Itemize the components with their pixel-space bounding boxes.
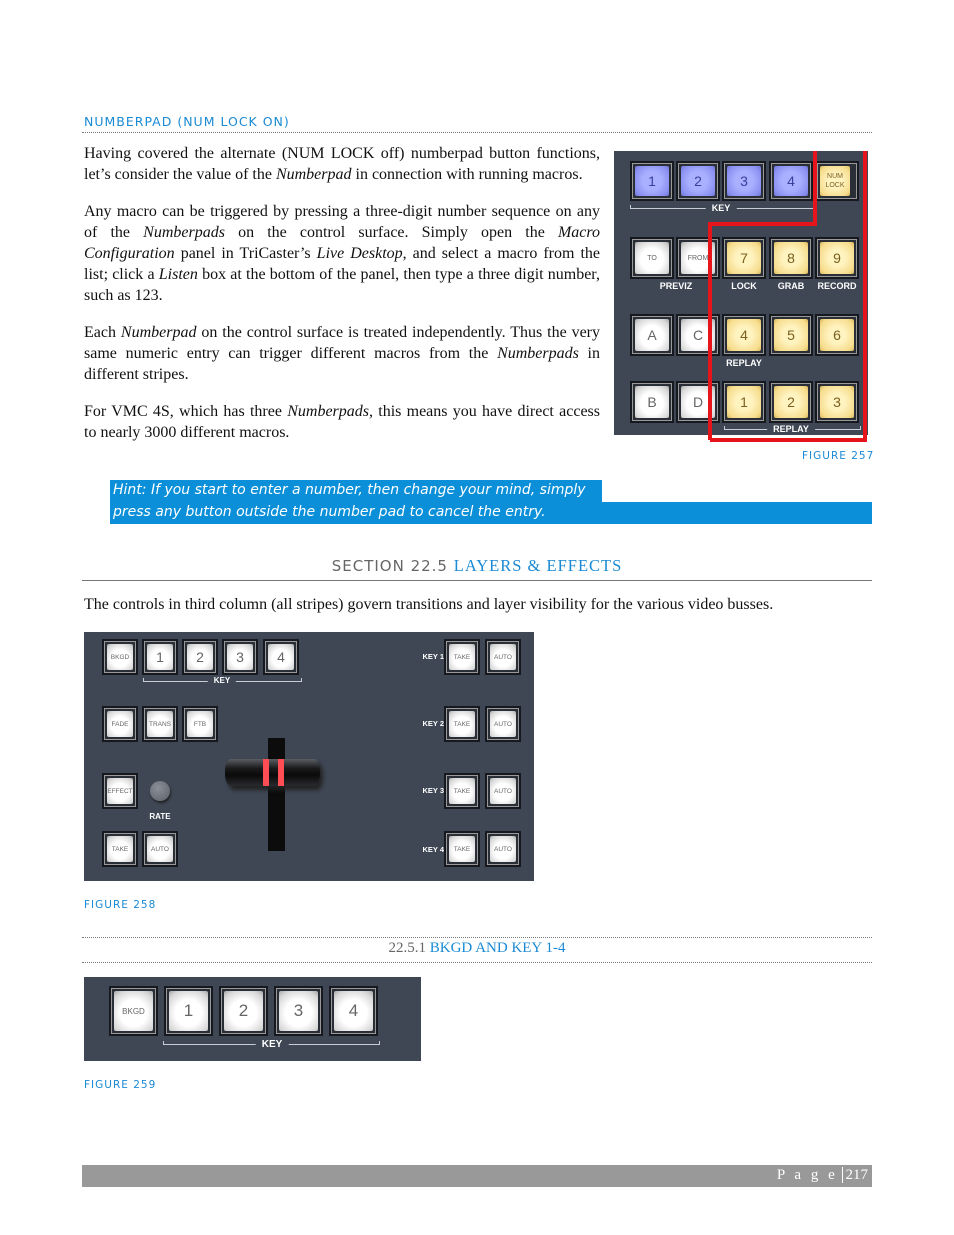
paragraph: Each Numberpad on the control surface is… [84, 324, 600, 383]
key-3-button: 3 [274, 986, 323, 1036]
t-bar-red-stripe [263, 759, 269, 786]
heading-divider [82, 132, 872, 133]
figure-259-bkgd-key-image: BKGD 1 2 3 4 KEY [84, 977, 421, 1061]
key-2-auto-button: AUTO [485, 706, 521, 742]
key-1-take-button: TAKE [444, 639, 480, 675]
key-2-button: 2 [219, 986, 268, 1036]
numberpad-body: Having covered the alternate (NUM LOCK o… [84, 143, 600, 459]
section-body: The controls in third column (all stripe… [84, 596, 774, 613]
bkgd-button: BKGD [109, 986, 158, 1036]
section-divider [82, 580, 872, 581]
t-bar-handle [225, 759, 320, 786]
key-3-auto-button: AUTO [485, 773, 521, 809]
auto-button: AUTO [142, 831, 178, 867]
key-3-take-button: TAKE [444, 773, 480, 809]
take-button: TAKE [102, 831, 138, 867]
key-1-button: 1 [142, 639, 178, 675]
key-4-auto-button: AUTO [485, 831, 521, 867]
section-heading-numberpad: NUMBERPAD (NUM LOCK ON) [84, 114, 290, 129]
numlock-highlight-outline [708, 151, 867, 442]
rate-knob [150, 781, 170, 801]
t-bar-track [268, 738, 285, 851]
paragraph: Any macro can be triggered by pressing a… [84, 203, 601, 304]
key-2-button: 2 [182, 639, 218, 675]
key-group-label: KEY [207, 676, 237, 685]
key-1-button: 1 [164, 986, 213, 1036]
fade-button: FADE [102, 706, 138, 742]
key-1-auto-button: AUTO [485, 639, 521, 675]
figure-258-caption: FIGURE 258 [84, 899, 157, 911]
key-2-row-label: KEY 2 [422, 719, 444, 728]
page-footer: P a g e 217 [82, 1165, 872, 1187]
key-3-row-label: KEY 3 [422, 786, 444, 795]
hint-text-line1: Hint: If you start to enter a number, th… [113, 482, 586, 498]
rate-label: RATE [149, 812, 171, 821]
key-4-button: 4 [329, 986, 378, 1036]
page-number-label: P a g e 217 [776, 1167, 868, 1183]
subsection-number: 22.5.1 [388, 940, 427, 956]
page-number: 217 [841, 1167, 868, 1183]
key-4-row-label: KEY 4 [422, 845, 444, 854]
section-title: LAYERS & EFFECTS [453, 556, 623, 575]
figure-257-caption: FIGURE 257 [802, 450, 875, 462]
key-2-take-button: TAKE [444, 706, 480, 742]
effect-button: EFFECT [102, 773, 138, 809]
ftb-button: FTB [182, 706, 218, 742]
subsection-title: BKGD AND KEY 1-4 [429, 940, 566, 956]
hint-text-line2: press any button outside the number pad … [113, 504, 546, 520]
subsection-heading: 22.5.1 BKGD AND KEY 1-4 [82, 940, 872, 957]
key-3-button: 3 [222, 639, 258, 675]
figure-259-caption: FIGURE 259 [84, 1079, 157, 1091]
key-1-row-label: KEY 1 [422, 652, 444, 661]
paragraph: For VMC 4S, which has three Numberpads, … [84, 403, 600, 441]
section-heading-22-5: SECTION 22.5 LAYERS & EFFECTS [82, 556, 872, 576]
subsection-divider-bottom [82, 962, 872, 963]
trans-button: TRANS [142, 706, 178, 742]
key-group-label: KEY [255, 1039, 289, 1050]
subsection-divider-top [82, 937, 872, 938]
paragraph: Having covered the alternate (NUM LOCK o… [84, 145, 600, 183]
key-4-take-button: TAKE [444, 831, 480, 867]
section-number: SECTION 22.5 [331, 557, 448, 575]
figure-258-layers-effects-image: BKGD 1 2 3 4 KEY FADE TRANS FTB EFFECT R… [84, 632, 534, 881]
figure-257-numberpad-image: 1 2 3 4 NUM LOCK KEY TO FROM 7 8 9 PREVI… [614, 151, 868, 442]
t-bar-red-stripe [278, 759, 284, 786]
key-4-button: 4 [263, 639, 299, 675]
bkgd-button: BKGD [102, 639, 138, 675]
